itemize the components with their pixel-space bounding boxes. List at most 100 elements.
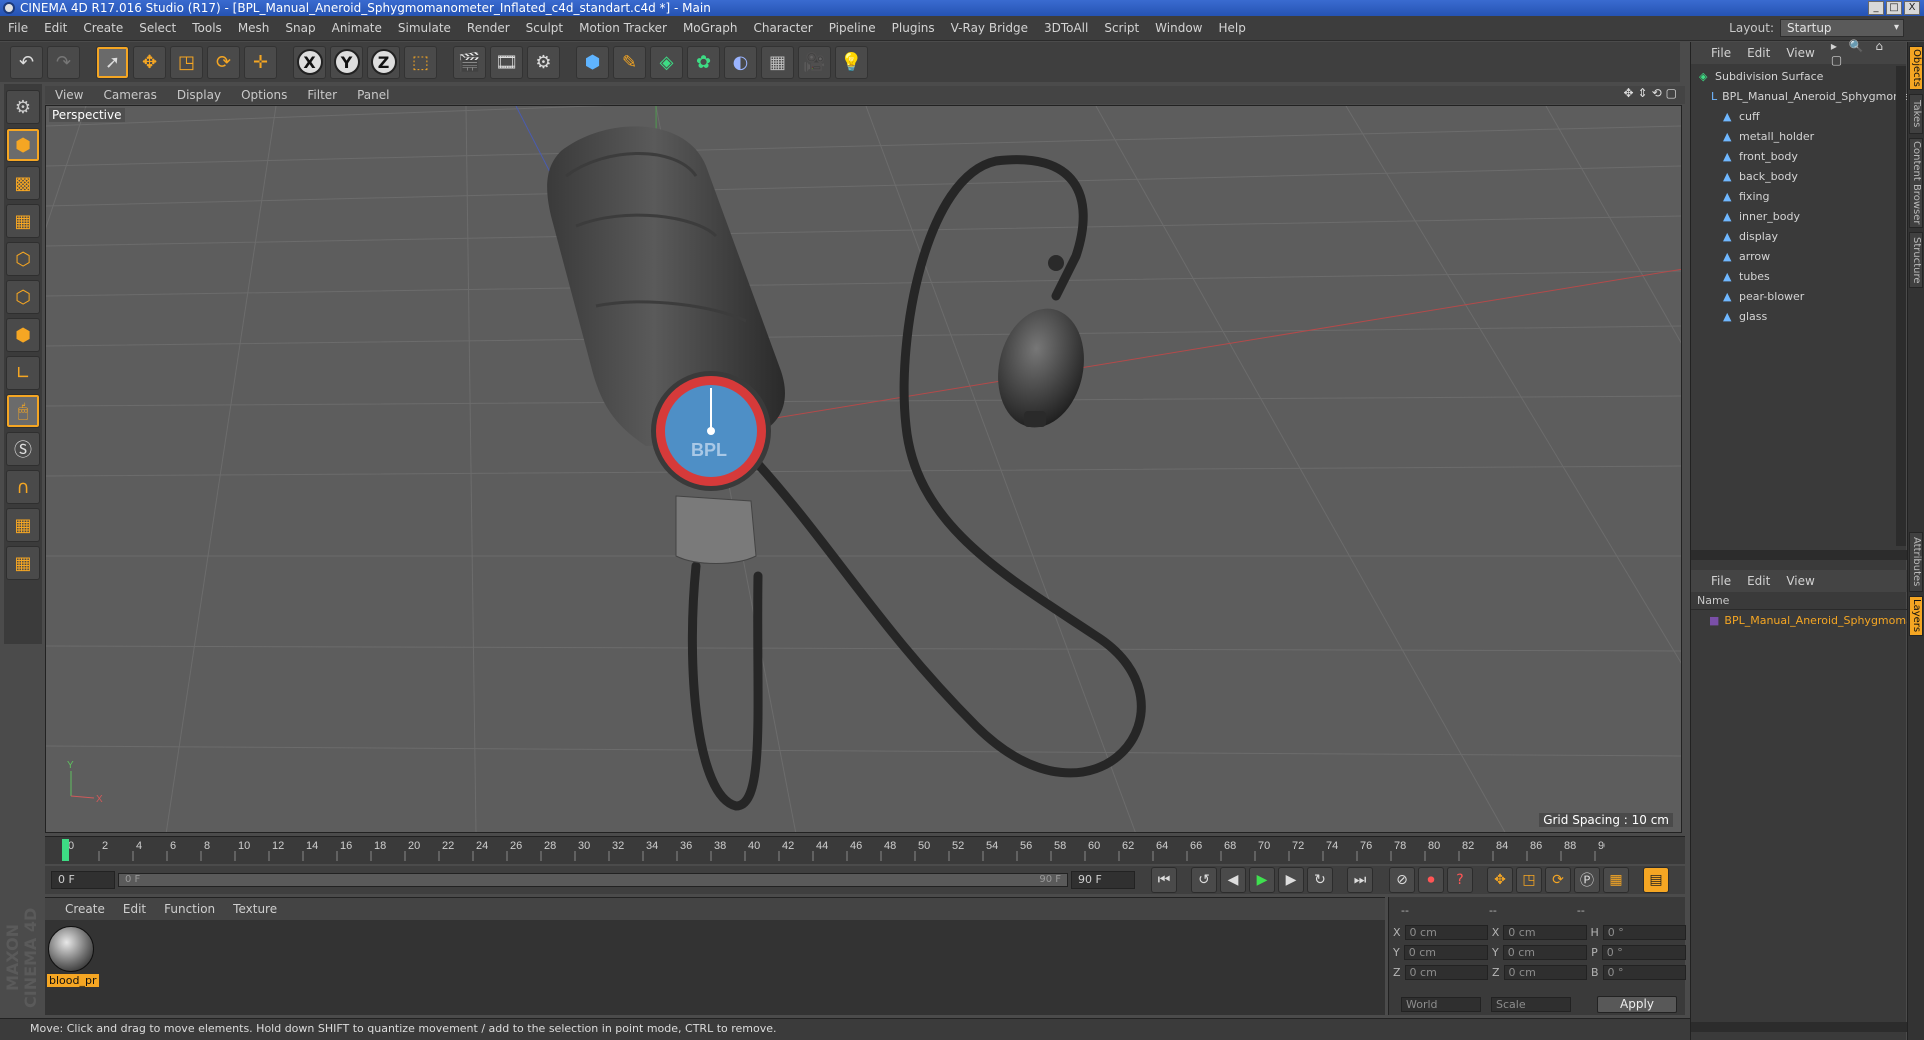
rotation-b-field[interactable]: 0 ° [1602, 964, 1686, 980]
object-manager-hscrollbar[interactable] [1691, 550, 1907, 560]
x-axis-icon[interactable]: X [293, 45, 326, 79]
points-mode-icon[interactable]: ⬡ [6, 242, 40, 276]
layer-manager-hscrollbar[interactable] [1691, 1022, 1907, 1032]
move-icon[interactable]: ✥ [133, 45, 166, 79]
maximize-view-icon[interactable]: ▢ [1666, 86, 1677, 100]
go-to-start-icon[interactable]: ⏮ [1151, 867, 1177, 893]
rotate-icon[interactable]: ⟳ [207, 45, 240, 79]
menu-tools[interactable]: Tools [184, 21, 230, 35]
pen-icon[interactable]: ✎ [613, 45, 646, 79]
size-y-field[interactable]: 0 cm [1502, 944, 1588, 960]
z-axis-icon[interactable]: Z [367, 45, 400, 79]
apply-button[interactable]: Apply [1597, 996, 1677, 1013]
position-z-field[interactable]: 0 cm [1404, 964, 1488, 980]
viewport-menu-view[interactable]: View [45, 88, 93, 102]
live-select-icon[interactable]: ✛ [244, 45, 277, 79]
menu-animate[interactable]: Animate [324, 21, 390, 35]
menu-create[interactable]: Create [75, 21, 131, 35]
workplane-lock-icon[interactable]: ▦ [6, 508, 40, 542]
object-tree-item[interactable]: L BPL_Manual_Aneroid_Sphygmomar [1691, 86, 1907, 106]
key-parameter-icon[interactable]: Ⓟ [1574, 867, 1600, 893]
viewport-menu-options[interactable]: Options [231, 88, 297, 102]
material-menu-texture[interactable]: Texture [233, 902, 277, 916]
object-menu-edit[interactable]: Edit [1747, 46, 1770, 60]
object-tree-item[interactable]: ▲ front_body [1691, 146, 1907, 166]
coordinate-system-icon[interactable]: ⬚ [404, 45, 437, 79]
pan-icon[interactable]: ✥ [1623, 86, 1633, 100]
menu-plugins[interactable]: Plugins [884, 21, 943, 35]
layout-dropdown[interactable]: Startup [1780, 19, 1904, 37]
object-tree-item[interactable]: ◈ Subdivision Surface [1691, 66, 1907, 86]
object-tree-item[interactable]: ▲ cuff [1691, 106, 1907, 126]
object-tree-item[interactable]: ▲ pear-blower [1691, 286, 1907, 306]
tab-objects[interactable]: Objects [1909, 46, 1923, 90]
timeline-window-icon[interactable]: ▤ [1643, 867, 1669, 893]
end-frame-field[interactable]: 90 F [1071, 871, 1135, 889]
playhead-marker[interactable] [62, 839, 69, 861]
position-y-field[interactable]: 0 cm [1403, 944, 1489, 960]
menu-snap[interactable]: Snap [277, 21, 323, 35]
menu-sculpt[interactable]: Sculpt [518, 21, 571, 35]
rotation-p-field[interactable]: 0 ° [1601, 944, 1686, 960]
zoom-icon[interactable]: ⇕ [1638, 86, 1648, 100]
planar-workplane-icon[interactable]: ▦ [6, 546, 40, 580]
edges-mode-icon[interactable]: ⬡ [6, 280, 40, 314]
object-tree-item[interactable]: ▲ metall_holder [1691, 126, 1907, 146]
scale-icon[interactable]: ◳ [170, 45, 203, 79]
material-preview-sphere[interactable] [48, 926, 94, 972]
subdivision-icon[interactable]: ◈ [650, 45, 683, 79]
timeline-ruler[interactable]: 0 2 4 6 8 10 12 14 16 18 20 22 24 26 28 30 32 34 36 38 40 42 4… [45, 836, 1685, 892]
menu-file[interactable]: File [0, 21, 36, 35]
tab-attributes[interactable]: Attributes [1909, 532, 1923, 592]
go-to-end-icon[interactable]: ⏭ [1347, 867, 1373, 893]
minimize-button[interactable]: _ [1868, 1, 1884, 15]
size-mode-dropdown[interactable]: Scale [1491, 996, 1571, 1012]
object-tree-item[interactable]: ▲ arrow [1691, 246, 1907, 266]
size-z-field[interactable]: 0 cm [1503, 964, 1587, 980]
layer-menu-file[interactable]: File [1711, 574, 1731, 588]
menu-3dtoall[interactable]: 3DToAll [1036, 21, 1096, 35]
undo-icon[interactable]: ↶ [10, 45, 43, 79]
solo-icon[interactable]: Ⓢ [6, 432, 40, 466]
cube-icon[interactable]: ⬢ [576, 45, 609, 79]
play-icon[interactable]: ▶ [1249, 867, 1275, 893]
texture-mode-icon[interactable]: ▩ [6, 166, 40, 200]
size-x-field[interactable]: 0 cm [1503, 924, 1587, 940]
layer-item[interactable]: ■ BPL_Manual_Aneroid_Sphygmomanc [1691, 610, 1907, 630]
floor-icon[interactable]: ▦ [761, 45, 794, 79]
record-keys-icon[interactable]: ⊘ [1389, 867, 1415, 893]
tab-content-browser[interactable]: Content Browser [1909, 138, 1923, 228]
menu-edit[interactable]: Edit [36, 21, 75, 35]
object-tree-item[interactable]: ▲ tubes [1691, 266, 1907, 286]
tab-structure[interactable]: Structure [1909, 232, 1923, 288]
menu-mograph[interactable]: MoGraph [675, 21, 746, 35]
start-frame-field[interactable]: 0 F [51, 871, 115, 889]
model-mode-icon[interactable]: ⬢ [6, 128, 40, 162]
axis-mode-icon[interactable]: ∟ [6, 356, 40, 390]
menu-script[interactable]: Script [1096, 21, 1147, 35]
layer-menu-view[interactable]: View [1786, 574, 1814, 588]
next-key-icon[interactable]: ↻ [1307, 867, 1333, 893]
viewport-menu-display[interactable]: Display [167, 88, 231, 102]
object-tree-item[interactable]: ▲ back_body [1691, 166, 1907, 186]
viewport-menu-panel[interactable]: Panel [347, 88, 399, 102]
key-scale-icon[interactable]: ◳ [1516, 867, 1542, 893]
keyframe-selection-icon[interactable]: ? [1447, 867, 1473, 893]
redo-icon[interactable]: ↷ [47, 45, 80, 79]
menu-render[interactable]: Render [459, 21, 518, 35]
menu-mesh[interactable]: Mesh [230, 21, 278, 35]
object-tree-item[interactable]: ▲ glass [1691, 306, 1907, 326]
menu-pipeline[interactable]: Pipeline [821, 21, 884, 35]
snap-icon[interactable]: ∩ [6, 470, 40, 504]
orbit-icon[interactable]: ⟲ [1652, 86, 1662, 100]
3d-viewport[interactable]: BPL Y X Perspective Grid Spacing : 10 cm [45, 105, 1682, 833]
render-view-icon[interactable]: 🎬 [453, 45, 486, 79]
object-manager-scrollbar[interactable] [1896, 66, 1906, 546]
camera-label[interactable]: Perspective [49, 108, 125, 122]
key-position-icon[interactable]: ✥ [1487, 867, 1513, 893]
position-x-field[interactable]: 0 cm [1404, 924, 1488, 940]
tweak-mode-icon[interactable]: 🖱 [6, 394, 40, 428]
rotation-h-field[interactable]: 0 ° [1602, 924, 1686, 940]
make-editable-icon[interactable]: ⚙ [6, 90, 40, 124]
tab-takes[interactable]: Takes [1909, 94, 1923, 134]
